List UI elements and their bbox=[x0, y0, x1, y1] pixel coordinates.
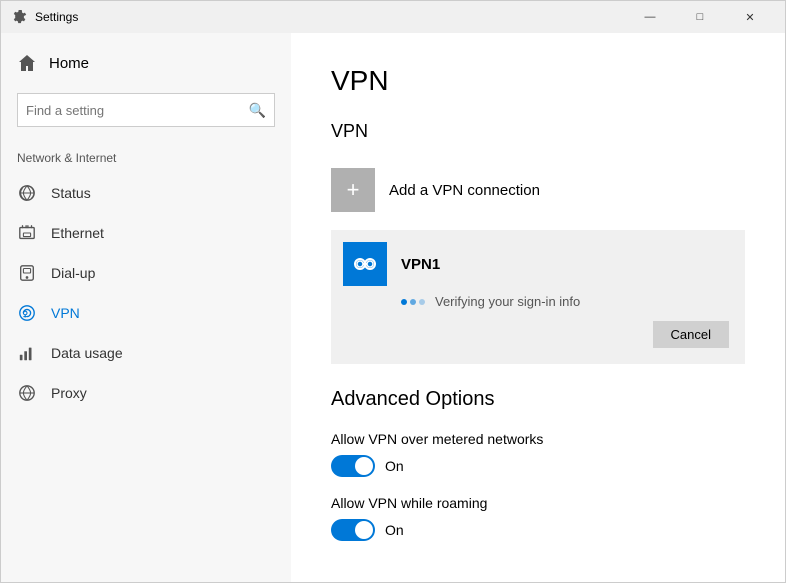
proxy-icon bbox=[17, 383, 37, 403]
vpn-status-text: Verifying your sign-in info bbox=[435, 294, 580, 309]
title-bar: Settings — □ ✕ bbox=[1, 1, 785, 33]
sidebar: Home 🔍 Network & Internet Status bbox=[1, 33, 291, 582]
dialup-icon bbox=[17, 263, 37, 283]
minimize-button[interactable]: — bbox=[627, 1, 673, 33]
settings-window: Settings — □ ✕ Home 🔍 Network & Int bbox=[0, 0, 786, 583]
sidebar-item-dialup[interactable]: Dial-up bbox=[1, 253, 291, 293]
add-vpn-label: Add a VPN connection bbox=[389, 182, 540, 199]
dot-2 bbox=[410, 299, 416, 305]
vpn-status-dots bbox=[401, 299, 425, 305]
vpn-card: VPN1 Verifying your sign-in info Cancel bbox=[331, 230, 745, 364]
vpn-card-icon bbox=[343, 242, 387, 286]
sidebar-item-vpn[interactable]: VPN bbox=[1, 293, 291, 333]
main-panel: VPN VPN + Add a VPN connection bbox=[291, 33, 785, 582]
sidebar-item-status-label: Status bbox=[51, 185, 91, 201]
option-roaming: Allow VPN while roaming On bbox=[331, 495, 745, 541]
vpn-logo-icon bbox=[351, 250, 379, 278]
search-icon: 🔍 bbox=[249, 102, 266, 119]
option-roaming-toggle-row: On bbox=[331, 519, 745, 541]
home-label: Home bbox=[49, 55, 89, 72]
home-icon bbox=[17, 53, 37, 73]
sidebar-item-status[interactable]: Status bbox=[1, 173, 291, 213]
roaming-toggle-label: On bbox=[385, 522, 404, 538]
dot-1 bbox=[401, 299, 407, 305]
sidebar-item-ethernet[interactable]: Ethernet bbox=[1, 213, 291, 253]
metered-toggle[interactable] bbox=[331, 455, 375, 477]
title-bar-controls: — □ ✕ bbox=[627, 1, 773, 33]
sidebar-item-dialup-label: Dial-up bbox=[51, 265, 95, 281]
option-metered-label: Allow VPN over metered networks bbox=[331, 431, 745, 447]
cancel-button[interactable]: Cancel bbox=[653, 321, 729, 348]
title-bar-left: Settings bbox=[13, 10, 78, 24]
maximize-button[interactable]: □ bbox=[677, 1, 723, 33]
vpn-sidebar-icon bbox=[17, 303, 37, 323]
window-title: Settings bbox=[35, 10, 78, 24]
advanced-options-title: Advanced Options bbox=[331, 388, 745, 411]
content-area: Home 🔍 Network & Internet Status bbox=[1, 33, 785, 582]
sidebar-item-ethernet-label: Ethernet bbox=[51, 225, 104, 241]
add-vpn-row[interactable]: + Add a VPN connection bbox=[331, 158, 745, 222]
sidebar-item-datausage-label: Data usage bbox=[51, 345, 123, 361]
vpn-card-name: VPN1 bbox=[401, 256, 440, 273]
option-metered-networks: Allow VPN over metered networks On bbox=[331, 431, 745, 477]
ethernet-icon bbox=[17, 223, 37, 243]
add-vpn-icon: + bbox=[331, 168, 375, 212]
sidebar-item-datausage[interactable]: Data usage bbox=[1, 333, 291, 373]
vpn-card-header: VPN1 bbox=[343, 242, 729, 286]
sidebar-item-proxy[interactable]: Proxy bbox=[1, 373, 291, 413]
settings-gear-icon bbox=[13, 10, 27, 24]
status-icon bbox=[17, 183, 37, 203]
sidebar-section-label: Network & Internet bbox=[1, 143, 291, 173]
vpn-section-title: VPN bbox=[331, 121, 745, 142]
sidebar-item-proxy-label: Proxy bbox=[51, 385, 87, 401]
page-title: VPN bbox=[331, 65, 745, 97]
option-metered-toggle-row: On bbox=[331, 455, 745, 477]
search-box[interactable]: 🔍 bbox=[17, 93, 275, 127]
datausage-icon bbox=[17, 343, 37, 363]
sidebar-item-vpn-label: VPN bbox=[51, 305, 80, 321]
option-roaming-label: Allow VPN while roaming bbox=[331, 495, 745, 511]
sidebar-item-home[interactable]: Home bbox=[1, 33, 291, 89]
close-button[interactable]: ✕ bbox=[727, 1, 773, 33]
dot-3 bbox=[419, 299, 425, 305]
roaming-toggle[interactable] bbox=[331, 519, 375, 541]
vpn-cancel-row: Cancel bbox=[343, 321, 729, 348]
vpn-status-row: Verifying your sign-in info bbox=[343, 294, 729, 309]
metered-toggle-label: On bbox=[385, 458, 404, 474]
search-input[interactable] bbox=[26, 103, 249, 118]
